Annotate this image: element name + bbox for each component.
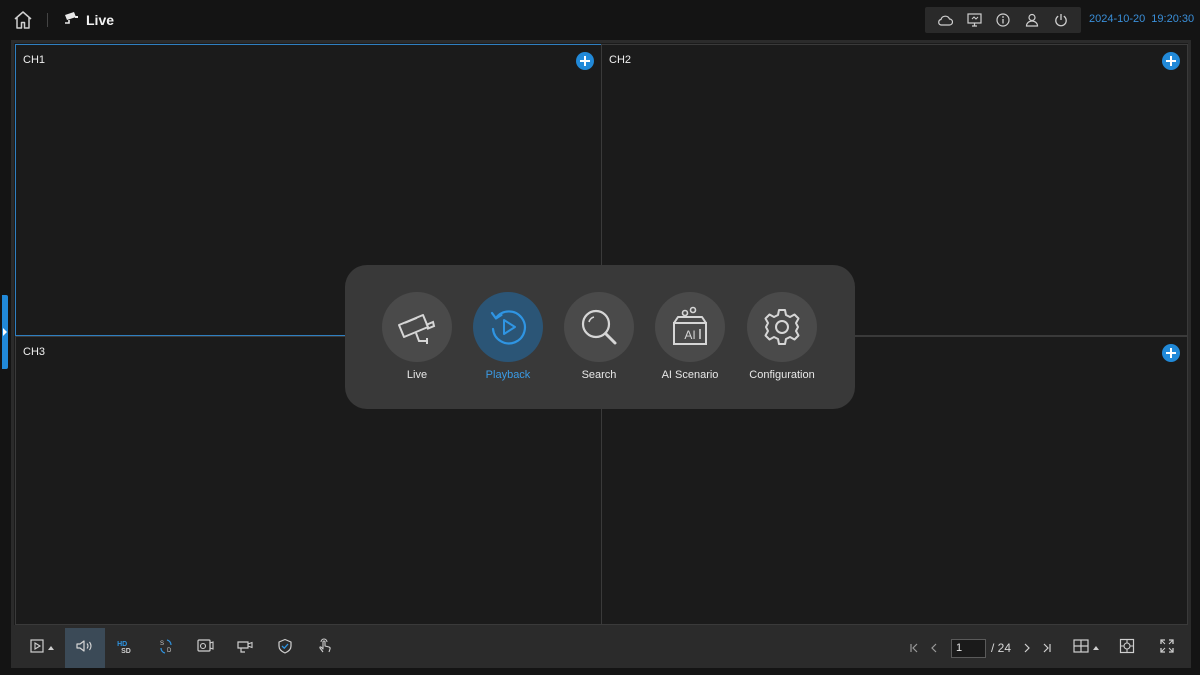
dvr-icon (196, 638, 214, 659)
time-text: 19:20:30 (1151, 13, 1195, 25)
channel-label: CH1 (23, 54, 46, 66)
gear-icon (747, 292, 817, 362)
speaker-icon (76, 639, 94, 658)
user-icon[interactable] (1023, 11, 1041, 29)
menu-item-live[interactable]: Live (377, 292, 457, 381)
stream-switch-button[interactable]: HD SD (111, 628, 137, 668)
channel-label: CH2 (609, 54, 632, 66)
date-text: 2024-10-20 (1089, 13, 1146, 25)
layout-button[interactable] (1069, 628, 1103, 668)
page-total: / 24 (991, 641, 1012, 655)
caret-up-icon (48, 646, 54, 650)
camera-list-button[interactable] (192, 628, 218, 668)
menu-item-label: Playback (485, 369, 531, 381)
fullscreen-button[interactable] (1154, 628, 1180, 668)
add-camera-icon[interactable] (1162, 344, 1180, 362)
caret-up-icon (1093, 646, 1099, 650)
first-page-icon[interactable] (904, 638, 924, 658)
menu-item-label: Live (406, 369, 428, 381)
grid-layout-icon (1073, 638, 1089, 658)
menu-item-label: Configuration (749, 369, 815, 381)
camera-icon (382, 292, 452, 362)
status-tray (925, 7, 1081, 33)
monitor-icon[interactable] (965, 11, 983, 29)
ptz-camera-icon (236, 638, 254, 659)
sequence-icon: SD (158, 638, 174, 659)
menu-item-ai-scenario[interactable]: AI AI Scenario (650, 292, 730, 381)
cloud-icon[interactable] (936, 11, 954, 29)
screen-split-icon (1119, 638, 1135, 659)
add-camera-icon[interactable] (1162, 52, 1180, 70)
menu-item-playback[interactable]: Playback (468, 292, 548, 381)
prev-page-icon[interactable] (924, 638, 944, 658)
svg-text:S: S (160, 641, 164, 647)
page-title-label: Live (86, 12, 115, 28)
svg-text:D: D (167, 648, 172, 654)
channel-label: CH3 (23, 346, 46, 358)
menu-item-label: AI Scenario (661, 369, 719, 381)
add-camera-icon[interactable] (576, 52, 594, 70)
audio-button[interactable] (65, 628, 105, 668)
ai-scenario-icon: AI (655, 292, 725, 362)
datetime: 2024-10-20 19:20:30 (1089, 13, 1200, 25)
screen-config-button[interactable] (1114, 628, 1140, 668)
security-button[interactable] (272, 628, 298, 668)
last-page-icon[interactable] (1037, 638, 1057, 658)
divider (47, 13, 48, 27)
top-bar: Live 2024-10-20 19:20:30 (0, 0, 1200, 40)
home-icon[interactable] (12, 9, 34, 31)
svg-text:AI: AI (684, 328, 695, 342)
menu-item-configuration[interactable]: Configuration (742, 292, 822, 381)
page-number-input[interactable] (951, 638, 986, 658)
pagination: / 24 (904, 638, 1057, 658)
search-icon (564, 292, 634, 362)
main-menu: Live Playback Search AI AI Scenario Conf… (345, 265, 855, 409)
view-mode-button[interactable] (25, 628, 59, 668)
shield-icon (277, 638, 293, 659)
sequence-button[interactable]: SD (153, 628, 179, 668)
screen-play-icon (30, 638, 44, 658)
playback-icon (473, 292, 543, 362)
fullscreen-icon (1160, 638, 1174, 658)
side-panel-toggle[interactable] (2, 295, 8, 369)
next-page-icon[interactable] (1017, 638, 1037, 658)
camera-icon (64, 11, 80, 30)
page-title: Live (64, 10, 114, 30)
info-icon[interactable] (994, 11, 1012, 29)
hd-label: HD (117, 641, 128, 648)
ptz-button[interactable] (232, 628, 258, 668)
touch-button[interactable] (312, 628, 338, 668)
hd-sd-icon: HD SD (117, 641, 131, 655)
menu-item-search[interactable]: Search (559, 292, 639, 381)
sd-label: SD (121, 648, 131, 655)
touch-hand-icon (317, 638, 333, 659)
power-icon[interactable] (1052, 11, 1070, 29)
bottom-toolbar: HDSD SD / 24 (11, 628, 1191, 668)
menu-item-label: Search (581, 369, 617, 381)
